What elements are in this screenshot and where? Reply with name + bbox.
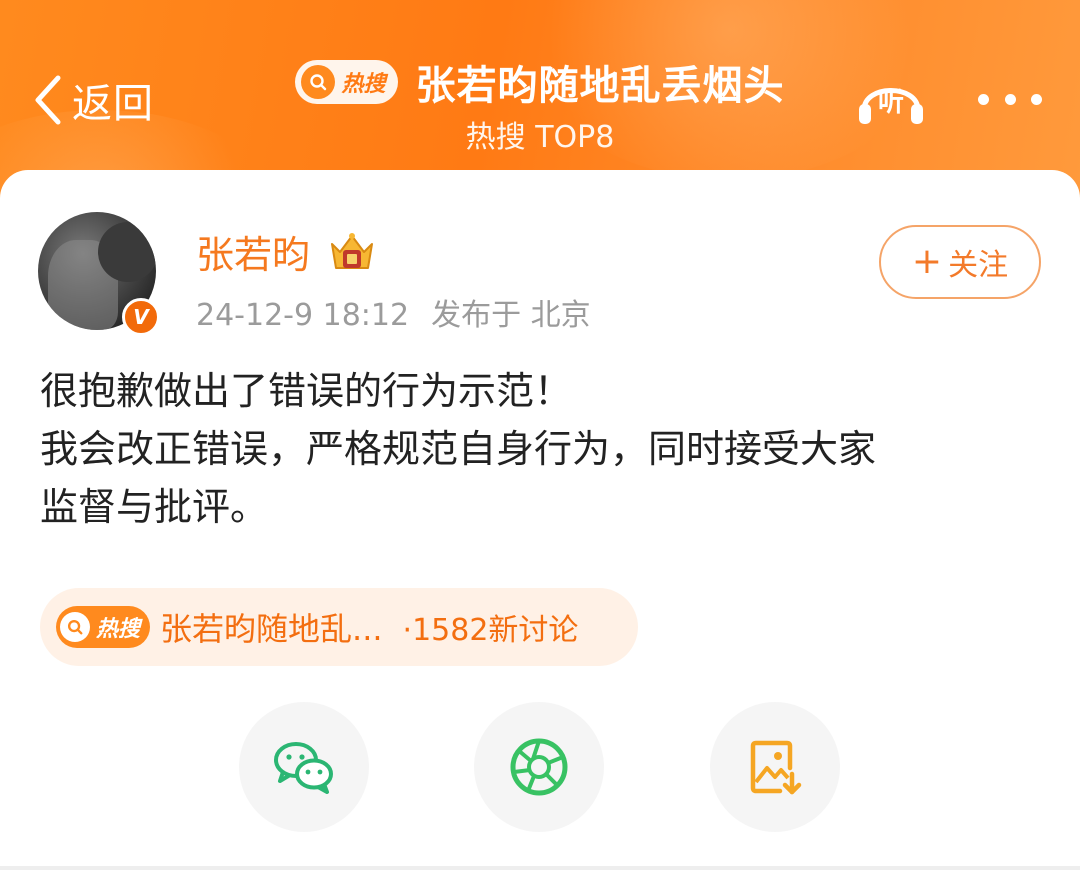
post-line: 监督与批评。 [40,485,269,529]
post-time: 24-12-9 18:12 [196,298,410,333]
hot-search-tag: 热搜 [56,606,151,648]
post-line: 我会改正错误，严格规范自身行为，同时接受大家 [40,427,877,471]
divider [0,866,1080,870]
search-icon [301,65,336,99]
post-line: 很抱歉做出了错误的行为示范！ [40,369,573,413]
follow-label: 关注 [948,248,1009,283]
hot-search-tag-label: 热搜 [96,617,141,642]
more-icon [978,93,989,105]
follow-button[interactable]: + 关注 [879,225,1041,299]
post-meta: 24-12-9 18:12 发布于 北京 [196,290,591,334]
hot-search-badge-label: 热搜 [341,72,386,97]
hot-topic-link[interactable]: 热搜 张若昀随地乱... ·1582新讨论 [40,588,638,666]
share-wechat-button[interactable] [239,702,369,832]
hot-search-badge: 热搜 [295,60,398,104]
plus-icon: + [911,241,943,282]
search-icon [60,612,90,642]
save-image-button[interactable] [710,702,840,832]
page: 返回 热搜 张若昀随地乱丢烟头 热搜 TOP8 听 V 张若昀 24-12-9 … [0,0,1080,870]
crown-icon [331,233,373,269]
page-title: 张若昀随地乱丢烟头 [415,63,785,109]
verified-icon: V [122,298,160,336]
listen-button[interactable]: 听 [856,70,926,128]
post-card: V 张若昀 24-12-9 18:12 发布于 北京 + 关注 很抱歉做出了错误的… [0,170,1080,870]
listen-label: 听 [877,88,904,118]
share-moments-button[interactable] [474,702,604,832]
more-button[interactable] [978,88,1042,110]
save-image-icon [750,740,802,795]
topic-title: 张若昀随地乱... [160,610,383,648]
post-text: 很抱歉做出了错误的行为示范！ 我会改正错误，严格规范自身行为，同时接受大家 监督… [40,362,1040,536]
post-location: 发布于 北京 [431,298,591,333]
topic-discussion-count: ·1582新讨论 [402,613,579,648]
wechat-icon [274,742,333,794]
username[interactable]: 张若昀 [196,224,310,279]
moments-icon [510,738,568,796]
